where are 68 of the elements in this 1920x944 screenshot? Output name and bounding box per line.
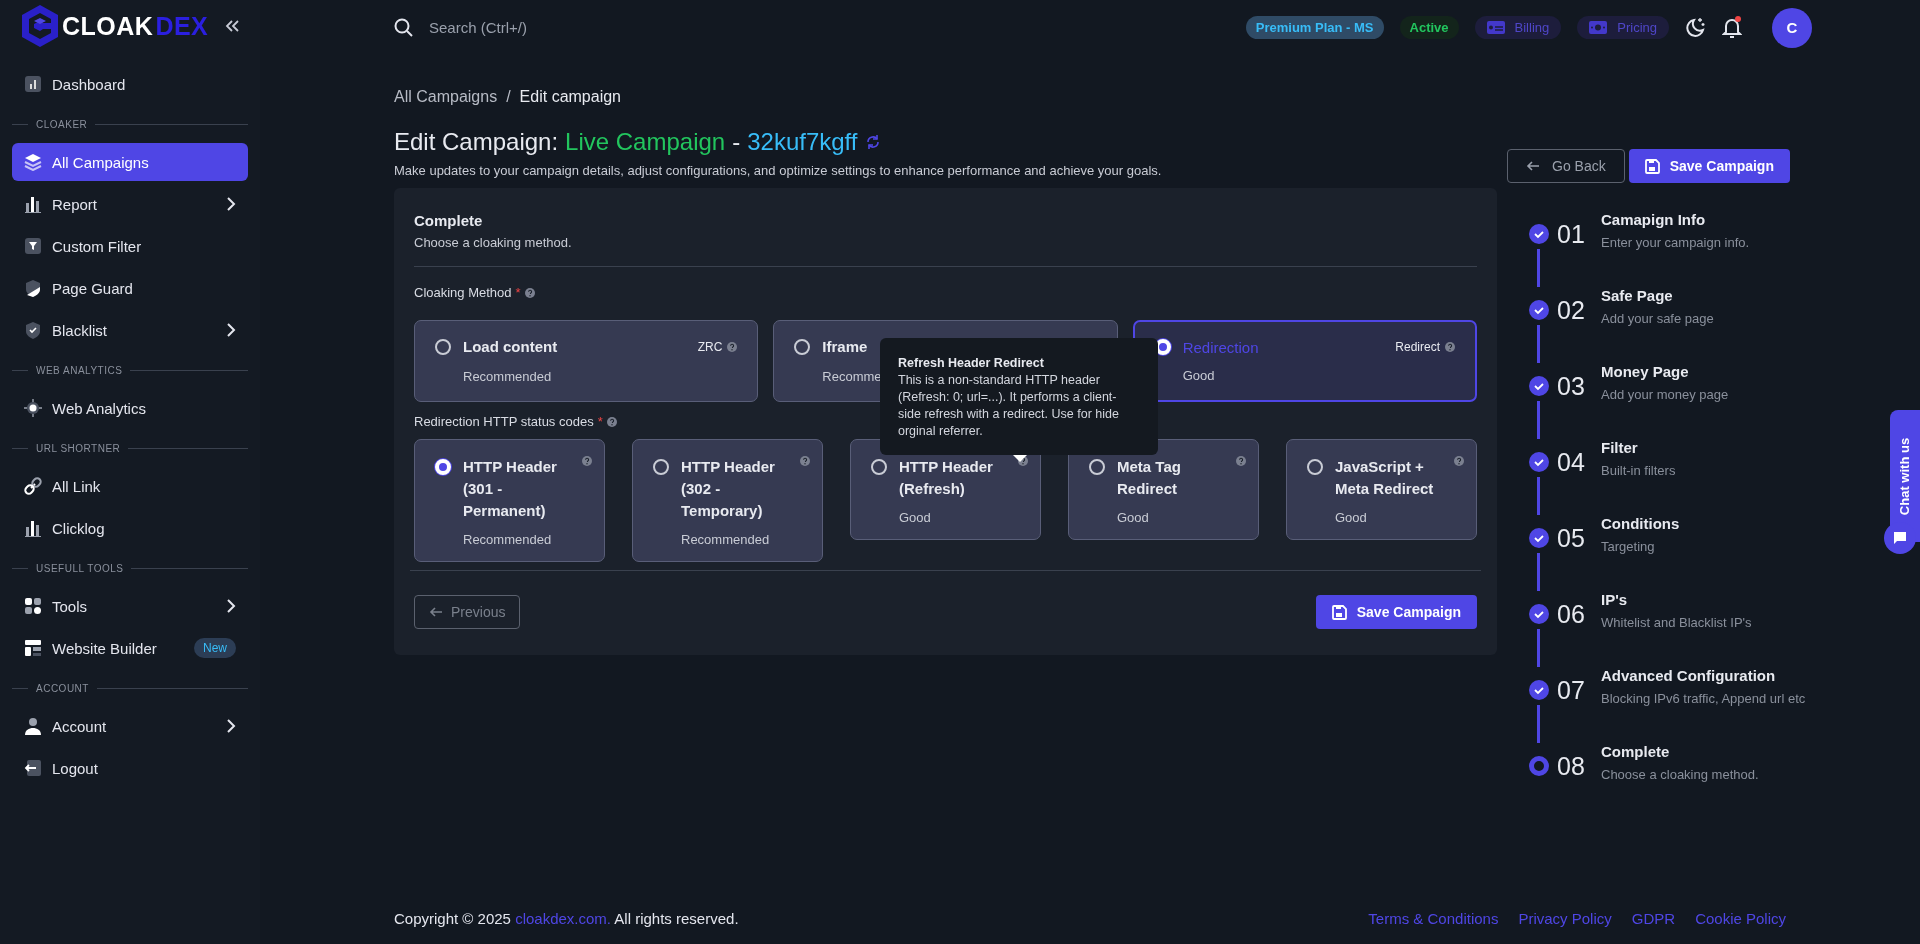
section-heading: ACCOUNT xyxy=(36,682,89,694)
section-heading: URL SHORTNER xyxy=(36,442,121,454)
campaign-code: 32kuf7kgff xyxy=(747,128,858,156)
step-number: 01 xyxy=(1557,220,1586,249)
step-number: 03 xyxy=(1557,372,1586,401)
option-note: Good xyxy=(1181,368,1215,384)
option-title: HTTP Header (302 - Temporary) xyxy=(680,457,776,521)
plan-badge: Premium Plan - MS xyxy=(1245,16,1384,39)
required-mark: * xyxy=(515,285,521,300)
section-title: Complete xyxy=(414,212,484,229)
step-subtitle: Choose a cloaking method. xyxy=(1601,767,1759,782)
step-number: 05 xyxy=(1557,524,1586,553)
campaign-name: Live Campaign xyxy=(565,128,726,156)
option-note: Good xyxy=(1334,510,1368,525)
page-description: Make updates to your campaign details, adjust configurations, and optimize settings to enhance performance and achieve your goals. xyxy=(394,163,1163,178)
tooltip-text: This is a non-standard HTTP header (Refresh: 0; url=...). It performs a client-side refresh with a redirect. Use for hide orginal referrer. xyxy=(898,372,1120,440)
option-tag: ZRC xyxy=(697,339,723,354)
option-note: Good xyxy=(1116,510,1150,525)
breadcrumb-current: Edit campaign xyxy=(519,88,621,106)
option-title: Load content xyxy=(462,338,559,356)
section-heading: USEFULL TOOLS xyxy=(36,562,124,574)
page-title: Edit Campaign: xyxy=(394,128,559,156)
new-badge: New xyxy=(194,638,236,658)
step-subtitle: Built-in filters xyxy=(1601,463,1676,478)
field-label: Cloaking Method xyxy=(414,285,512,300)
step-subtitle: Whitelist and Blacklist IP's xyxy=(1601,615,1752,630)
step-number: 02 xyxy=(1557,296,1586,325)
step-title: Complete xyxy=(1601,743,1671,760)
step-subtitle: Add your money page xyxy=(1601,387,1729,402)
step-number: 04 xyxy=(1557,448,1586,477)
step-title: Safe Page xyxy=(1601,287,1674,304)
logo-text: CLOAK xyxy=(62,11,154,41)
option-note: Recommended xyxy=(462,368,552,384)
section-subtitle: Choose a cloaking method. xyxy=(414,235,573,250)
option-title: Iframe xyxy=(821,338,869,356)
logo-text: DEX xyxy=(155,11,209,41)
option-title: HTTP Header (Refresh) xyxy=(898,457,994,499)
option-title: Redirection xyxy=(1181,338,1260,356)
step-number: 08 xyxy=(1557,752,1586,781)
option-title: JavaScript + Meta Redirect xyxy=(1334,457,1435,499)
step-title: Filter xyxy=(1601,439,1639,456)
option-note: Recommended xyxy=(680,532,771,547)
step-title: Conditions xyxy=(1601,515,1680,532)
tooltip-title: Refresh Header Redirect xyxy=(898,355,1045,372)
section-heading: CLOAKER xyxy=(36,118,88,130)
option-title: Meta Tag Redirect xyxy=(1116,457,1182,499)
section-heading: WEB ANALYTICS xyxy=(36,364,123,376)
required-mark: * xyxy=(597,414,603,429)
option-title: HTTP Header (301 - Permanent) xyxy=(462,457,558,521)
step-subtitle: Blocking IPv6 traffic, Append url etc xyxy=(1601,691,1806,706)
step-subtitle: Add your safe page xyxy=(1601,311,1714,326)
step-subtitle: Targeting xyxy=(1601,539,1656,554)
option-note: Recomme xyxy=(821,368,882,384)
option-note: Good xyxy=(898,510,932,525)
step-subtitle: Enter your campaign info. xyxy=(1601,235,1750,250)
option-tag: Redirect xyxy=(1395,340,1440,355)
copyright-text: Copyright © 2025 cloakdex.com. All rights reserved. xyxy=(394,909,739,927)
step-title: Money Page xyxy=(1601,363,1690,380)
title-dash: - xyxy=(732,128,741,156)
status-badge: Active xyxy=(1399,16,1459,39)
breadcrumb-separator: / xyxy=(506,88,511,106)
field-label: Redirection HTTP status codes xyxy=(414,414,594,429)
step-title: IP's xyxy=(1601,591,1629,608)
step-number: 07 xyxy=(1557,676,1586,705)
step-number: 06 xyxy=(1557,600,1586,629)
step-title: Camapign Info xyxy=(1601,211,1707,228)
option-note: Recommended xyxy=(462,532,553,547)
step-title: Advanced Configuration xyxy=(1601,667,1777,684)
